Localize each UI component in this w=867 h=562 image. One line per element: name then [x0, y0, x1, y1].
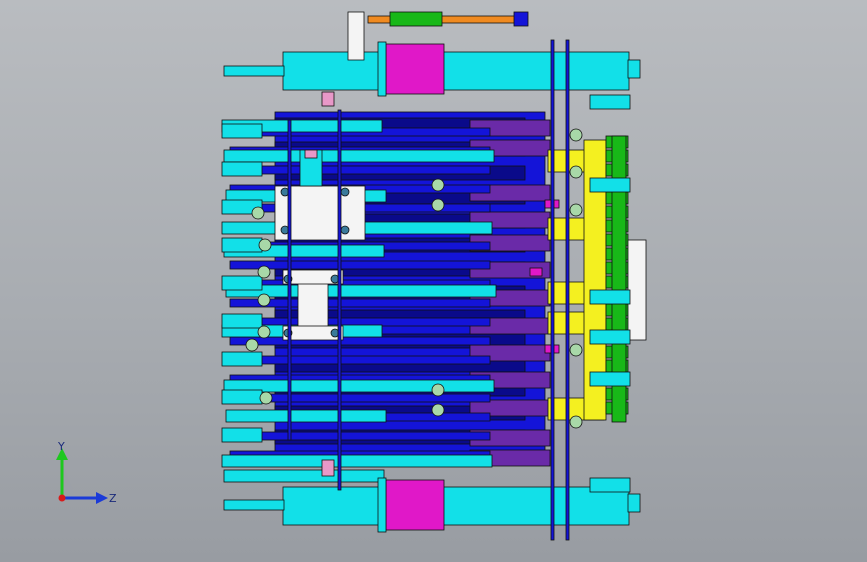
green-washer	[431, 383, 445, 397]
vertical-guide-rod	[550, 39, 555, 541]
green-washer	[569, 415, 583, 429]
green-washer	[569, 128, 583, 142]
top-piston-rod	[223, 65, 285, 77]
top-cylinder-flange	[377, 41, 387, 97]
right-cyan-rod	[589, 371, 631, 387]
cyan-rod-end	[221, 351, 263, 367]
cyan-rod	[223, 379, 495, 393]
blue-rod	[229, 355, 491, 365]
green-washer	[257, 293, 271, 307]
green-washer	[569, 343, 583, 357]
blue-rod	[229, 260, 491, 270]
right-cyan-rod	[589, 289, 631, 305]
bolt-head	[340, 225, 350, 235]
green-washer	[569, 165, 583, 179]
blue-rod	[229, 336, 491, 346]
green-washer	[259, 391, 273, 405]
cyan-rod-end	[221, 123, 263, 139]
pink-fitting	[321, 91, 335, 107]
right-cyan-rod	[589, 177, 631, 193]
vertical-guide-rod	[565, 39, 570, 541]
lower-white-post	[297, 277, 329, 331]
green-washer	[258, 238, 272, 252]
green-washer	[569, 203, 583, 217]
green-washer	[431, 178, 445, 192]
cad-viewport[interactable]	[0, 0, 867, 562]
top-white-post	[347, 11, 365, 61]
top-magenta-piston	[385, 43, 445, 95]
cyan-rod	[223, 469, 385, 483]
top-main-cylinder	[282, 51, 630, 91]
vertical-guide-rod	[337, 109, 342, 491]
green-washer	[251, 206, 265, 220]
top-rail-end	[513, 11, 529, 27]
bottom-piston-rod	[223, 499, 285, 511]
pink-collar	[304, 149, 318, 159]
vertical-guide-rod	[287, 119, 292, 441]
bottom-cylinder-cap	[627, 493, 641, 513]
cyan-rod-end	[221, 427, 263, 443]
cyan-rod-end	[221, 313, 263, 329]
x-axis-origin	[58, 494, 66, 502]
blue-rod	[229, 165, 491, 175]
top-cylinder-cap	[627, 59, 641, 79]
right-cyan-rod	[589, 94, 631, 110]
cyan-rod-end	[221, 237, 263, 253]
magenta-tip	[529, 267, 543, 277]
green-washer	[431, 403, 445, 417]
coordinate-triad: Y Z	[56, 440, 117, 505]
z-axis-arrow	[96, 492, 108, 504]
green-washer	[431, 198, 445, 212]
top-rail-clamp	[389, 11, 443, 27]
green-washer	[257, 265, 271, 279]
bolt-head	[340, 187, 350, 197]
green-washer	[257, 325, 271, 339]
cyan-rod-end	[221, 161, 263, 177]
y-axis-label: Y	[57, 440, 65, 453]
mechanical-assembly-model[interactable]	[221, 11, 647, 541]
cyan-rod	[225, 409, 387, 423]
bottom-cylinder-flange	[377, 477, 387, 533]
blue-rod	[229, 431, 491, 441]
green-washer	[245, 338, 259, 352]
right-cyan-rod	[589, 329, 631, 345]
cyan-rod	[223, 149, 495, 163]
pink-fitting-bottom	[321, 459, 335, 477]
cyan-rod-end	[221, 389, 263, 405]
bottom-magenta-piston	[385, 479, 445, 531]
triad-plane	[62, 462, 76, 498]
bottom-main-cylinder	[282, 486, 630, 526]
cyan-rod	[221, 454, 493, 468]
cyan-rod-end	[221, 275, 263, 291]
z-axis-label: Z	[109, 492, 117, 505]
right-white-handle	[627, 239, 647, 341]
right-cyan-rod	[589, 477, 631, 493]
